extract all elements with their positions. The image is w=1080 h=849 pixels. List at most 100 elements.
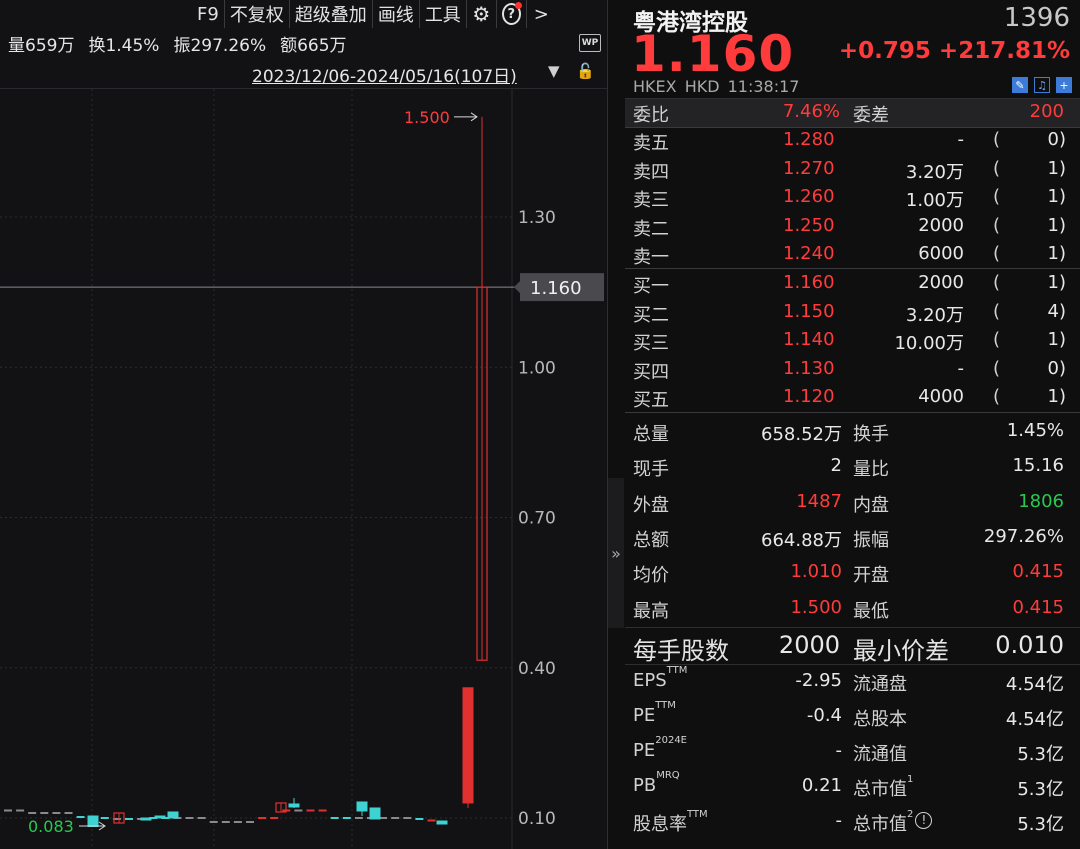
bid-level-label: 买二 <box>633 304 669 326</box>
bid-volume: 3.20万 <box>905 304 964 326</box>
market-cap1-value: 5.3亿 <box>1017 779 1064 800</box>
collapse-panel-icon[interactable]: » <box>608 478 624 628</box>
gear-icon: ⚙ <box>472 2 491 26</box>
fund-row-eps: EPSTTM -2.95 流通盘 4.54亿 <box>625 665 1080 696</box>
y-tick-label: 1.30 <box>518 208 556 228</box>
bid-order-count: 1) <box>1047 272 1066 293</box>
super-overlay-button[interactable]: 超级叠加 <box>288 0 372 28</box>
fund-row-pe2024: PE2024E - 流通值 5.3亿 <box>625 735 1080 766</box>
stat-turnover: 换1.45% <box>88 36 160 56</box>
help-button[interactable]: ? <box>495 0 526 28</box>
ask-row[interactable]: 卖四 1.270 3.20万 (1) <box>625 156 1080 184</box>
ask-order-count: 1) <box>1047 243 1066 265</box>
ask-volume: 2000 <box>918 214 964 236</box>
stat-value: 297.26% <box>983 525 1064 547</box>
bid-count-open-paren: ( <box>993 386 1001 408</box>
candle-body <box>436 820 448 825</box>
ask-order-count: 0) <box>1047 129 1066 150</box>
info-icon[interactable]: ! <box>915 812 933 829</box>
ask-volume: 6000 <box>918 243 964 265</box>
bid-level-label: 买一 <box>633 276 669 297</box>
pane-divider <box>607 0 608 849</box>
ask-row[interactable]: 卖五 1.280 - (0) <box>625 127 1080 155</box>
lot-size-label: 每手股数 <box>633 637 729 665</box>
lot-size-value: 2000 <box>778 631 840 659</box>
lot-divider-bottom <box>625 664 1080 665</box>
kline-panel: F9 不复权 超级叠加 画线 工具 ⚙ ? > 量659万 换1.45% 振29… <box>0 0 607 849</box>
pe2024-label: PE2024E <box>633 735 688 761</box>
bid-row[interactable]: 买五 1.120 4000 (1) <box>625 384 1080 412</box>
bid-row[interactable]: 买一 1.160 2000 (1) <box>625 270 1080 298</box>
draw-line-button[interactable]: 画线 <box>371 0 419 28</box>
last-price: 1.160 <box>631 25 795 83</box>
y-tick-label: 0.70 <box>518 509 556 529</box>
candle-body <box>369 807 381 820</box>
stat-label: 总量 <box>633 424 669 445</box>
webi-label: 委比 <box>633 105 669 126</box>
market-cap1-sup: 1 <box>907 774 914 785</box>
stat-value: 15.16 <box>1012 455 1064 477</box>
stat-label: 最低 <box>853 600 889 622</box>
dividend-yield-label: 股息率TTM <box>633 809 708 835</box>
chart-toolbar: F9 不复权 超级叠加 画线 工具 ⚙ ? > <box>192 0 556 28</box>
y-tick-label: 0.10 <box>518 809 556 829</box>
bid-order-count: 1) <box>1047 329 1066 351</box>
weicha-value: 200 <box>1029 101 1064 122</box>
date-range-link[interactable]: 2023/12/06-2024/05/16(107日) <box>252 62 517 87</box>
stat-value: 0.415 <box>1012 596 1064 618</box>
kline-stats-line: 量659万 换1.45% 振297.26% 额665万 <box>8 31 347 56</box>
ask-count-open-paren: ( <box>993 157 1001 179</box>
candle-body <box>462 687 474 804</box>
stat-label: 现手 <box>633 459 669 481</box>
market-cap2-label: 总市值2! <box>853 809 933 836</box>
ask-level-label: 卖二 <box>633 218 669 240</box>
currency: HKD <box>684 77 720 96</box>
ask-count-open-paren: ( <box>993 243 1001 265</box>
dividend-yield-sup: TTM <box>687 809 708 820</box>
f9-button[interactable]: F9 <box>192 0 224 28</box>
add-watchlist-icon[interactable]: + <box>1056 77 1072 93</box>
triangle-down-icon[interactable]: ▼ <box>548 62 560 80</box>
stats-row: 总量 658.52万 换手 1.45% <box>625 418 1080 446</box>
wp-icon[interactable]: WP <box>579 34 601 52</box>
edit-icon[interactable]: ✎ <box>1012 77 1028 93</box>
ask-volume: - <box>957 129 965 150</box>
ask-row[interactable]: 卖一 1.240 6000 (1) <box>625 241 1080 269</box>
dividend-yield-value: - <box>835 810 843 831</box>
float-shares-label: 流通盘 <box>853 674 907 695</box>
eps-label: EPSTTM <box>633 665 688 691</box>
ask-row[interactable]: 卖二 1.250 2000 (1) <box>625 213 1080 241</box>
tools-button[interactable]: 工具 <box>418 0 466 28</box>
ask-level-label: 卖一 <box>633 247 669 269</box>
ask-level-label: 卖五 <box>633 133 669 154</box>
low-marker-label: 0.083 <box>28 817 74 836</box>
pe-label: PETTM <box>633 700 676 726</box>
ask-row[interactable]: 卖三 1.260 1.00万 (1) <box>625 184 1080 212</box>
alert-bell-icon[interactable]: ♫ <box>1034 77 1050 93</box>
bid-row[interactable]: 买二 1.150 3.20万 (4) <box>625 299 1080 327</box>
stat-label: 开盘 <box>853 565 889 587</box>
bid-row[interactable]: 买三 1.140 10.00万 (1) <box>625 327 1080 355</box>
bid-volume: 2000 <box>918 272 964 293</box>
candle-body <box>87 815 99 828</box>
bid-count-open-paren: ( <box>993 357 1001 379</box>
stat-label: 外盘 <box>633 494 669 516</box>
webi-value: 7.46% <box>782 101 840 122</box>
total-shares-label: 总股本 <box>853 709 907 730</box>
bid-row[interactable]: 买四 1.130 - (0) <box>625 356 1080 384</box>
order-imbalance-row: 委比 7.46% 委差 200 <box>625 99 1080 127</box>
candlestick-chart[interactable]: 1.30 1.00 0.70 0.40 0.10 1.160 1.500 0.083 <box>0 89 607 849</box>
more-button[interactable]: > <box>525 0 556 28</box>
bid-level-label: 买四 <box>633 361 669 383</box>
stat-label: 内盘 <box>853 494 889 516</box>
stats-row: 总额 664.88万 振幅 297.26% <box>625 524 1080 552</box>
lock-icon[interactable]: 🔓 <box>576 62 595 80</box>
quote-panel: 粤港湾控股 1396 1.160 +0.795 +217.81% HKEX HK… <box>625 0 1080 849</box>
ask-level-label: 卖三 <box>633 190 669 212</box>
ask-count-open-paren: ( <box>993 129 1001 150</box>
settings-button[interactable]: ⚙ <box>465 0 496 28</box>
stat-volume: 量659万 <box>8 36 75 56</box>
candle-body <box>140 817 152 821</box>
adjust-mode-button[interactable]: 不复权 <box>223 0 289 28</box>
bid-count-open-paren: ( <box>993 300 1001 322</box>
